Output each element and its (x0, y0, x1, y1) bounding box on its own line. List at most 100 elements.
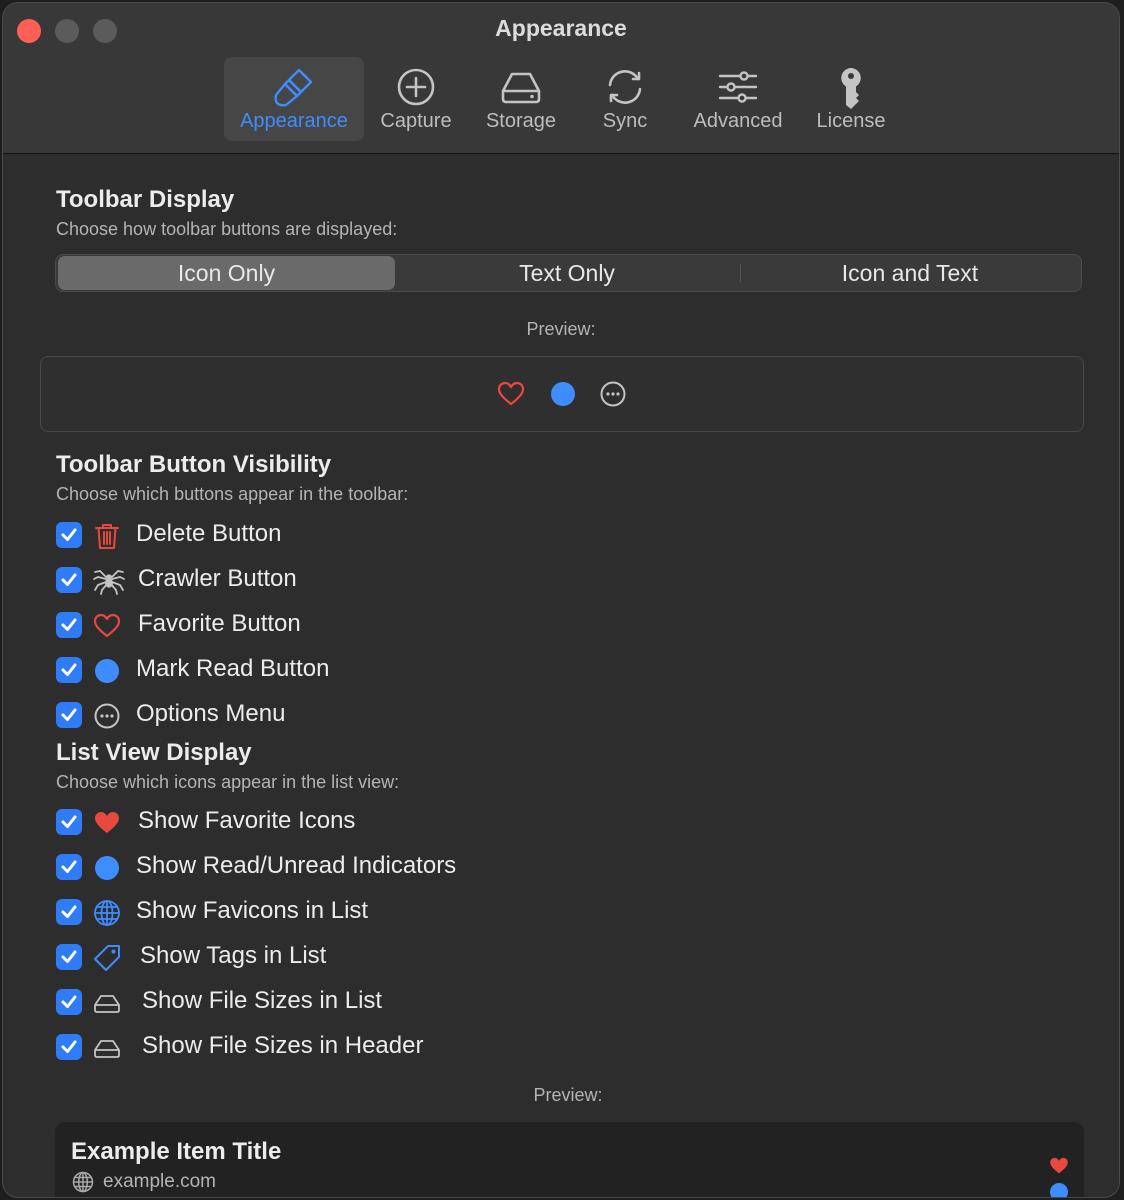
checkmark-icon (61, 618, 77, 631)
trash-icon (95, 524, 119, 549)
checkbox-row-crawler-button[interactable]: Crawler Button (56, 563, 756, 597)
list-item-preview: Example Item Title example.com (55, 1122, 1084, 1197)
checkbox-row-favorite-button[interactable]: Favorite Button (56, 608, 756, 642)
key-icon (841, 68, 861, 109)
tab-sync[interactable]: Sync (583, 57, 667, 141)
checkmark-icon (61, 905, 77, 918)
ellipsis-circle-icon (94, 703, 120, 729)
checkbox-show-tags[interactable] (56, 944, 82, 970)
show-tags-label: Show Tags in List (140, 942, 327, 969)
checkbox-row-show-tags[interactable]: Show Tags in List (56, 940, 756, 974)
example-item-title: Example Item Title (71, 1138, 282, 1165)
checkbox-show-file-sizes-list[interactable] (56, 989, 82, 1015)
checkbox-row-show-file-sizes-list[interactable]: Show File Sizes in List (56, 985, 756, 1019)
window-title: Appearance (495, 15, 627, 41)
paintbrush-icon (274, 68, 313, 107)
tab-storage[interactable]: Storage (473, 57, 569, 141)
tab-appearance[interactable]: Appearance (224, 57, 364, 141)
favorite-button-label: Favorite Button (138, 610, 301, 637)
tab-advanced-label: Advanced (693, 110, 783, 132)
checkbox-crawler-button[interactable] (56, 567, 82, 593)
tag-icon (94, 945, 120, 971)
checkbox-row-mark-read-button[interactable]: Mark Read Button (56, 653, 756, 687)
checkbox-row-show-file-sizes-header[interactable]: Show File Sizes in Header (56, 1030, 756, 1064)
heart-filled-icon (1050, 1157, 1068, 1174)
checkbox-show-favorite-icons[interactable] (56, 809, 82, 835)
ellipsis-circle-icon (600, 381, 626, 407)
drive-icon (501, 72, 541, 104)
tab-storage-label: Storage (485, 110, 557, 132)
sliders-icon (718, 71, 758, 103)
appearance-pane: Toolbar Display Choose how toolbar butto… (3, 154, 1119, 1197)
options-menu-label: Options Menu (136, 700, 286, 727)
toolbar-display-segmented-control: Icon Only Text Only Icon and Text (55, 254, 1082, 292)
titlebar: Appearance Appearance Capture Storage Sy… (3, 3, 1119, 154)
list-preview-label: Preview: (533, 1085, 603, 1105)
example-item-domain: example.com (103, 1171, 216, 1192)
show-favicons-label: Show Favicons in List (136, 897, 369, 924)
checkbox-row-show-read-unread[interactable]: Show Read/Unread Indicators (56, 850, 756, 884)
drive-icon (94, 995, 120, 1013)
show-favorite-icons-label: Show Favorite Icons (138, 807, 356, 834)
tab-capture-label: Capture (380, 110, 452, 132)
toolbar-display-subtitle: Choose how toolbar buttons are displayed… (56, 219, 398, 239)
checkbox-row-options-menu[interactable]: Options Menu (56, 698, 756, 732)
tab-appearance-label: Appearance (240, 110, 348, 132)
sync-arrows-icon (608, 70, 642, 104)
checkmark-icon (61, 528, 77, 541)
heart-outline-icon (93, 613, 121, 638)
heart-filled-icon (95, 812, 119, 833)
tab-capture[interactable]: Capture (370, 57, 462, 141)
blue-dot-icon (95, 856, 119, 880)
toolbar-preview (40, 356, 1084, 432)
toolbar-preview-label: Preview: (526, 319, 596, 339)
checkmark-icon (61, 573, 77, 586)
list-view-subtitle: Choose which icons appear in the list vi… (56, 772, 400, 792)
checkbox-options-menu[interactable] (56, 702, 82, 728)
checkmark-icon (61, 1040, 77, 1053)
plus-circle-icon (397, 68, 435, 106)
segment-icon-and-text[interactable]: Icon and Text (741, 256, 1079, 290)
preferences-window: Appearance Appearance Capture Storage Sy… (2, 2, 1120, 1198)
drive-icon (94, 1040, 120, 1058)
blue-dot-icon (1050, 1183, 1068, 1197)
crawler-button-label: Crawler Button (138, 565, 297, 592)
blue-dot-icon (551, 382, 575, 406)
spider-icon (93, 570, 125, 595)
checkbox-favorite-button[interactable] (56, 612, 82, 638)
globe-icon (72, 1171, 94, 1193)
checkbox-delete-button[interactable] (56, 522, 82, 548)
checkbox-show-read-unread[interactable] (56, 854, 82, 880)
heart-outline-icon (497, 381, 525, 406)
show-file-sizes-list-label: Show File Sizes in List (142, 987, 383, 1014)
checkmark-icon (61, 950, 77, 963)
delete-button-label: Delete Button (136, 520, 282, 547)
button-visibility-subtitle: Choose which buttons appear in the toolb… (56, 484, 409, 504)
checkmark-icon (61, 995, 77, 1008)
checkbox-row-show-favorite-icons[interactable]: Show Favorite Icons (56, 805, 756, 839)
blue-dot-icon (95, 659, 119, 683)
mark-read-button-label: Mark Read Button (136, 655, 330, 682)
checkbox-show-file-sizes-header[interactable] (56, 1034, 82, 1060)
tab-license-label: License (816, 110, 886, 132)
preferences-tabs: Appearance Capture Storage Sync Advanced… (3, 57, 1119, 143)
button-visibility-heading: Toolbar Button Visibility (56, 451, 332, 478)
checkmark-icon (61, 708, 77, 721)
checkbox-mark-read-button[interactable] (56, 657, 82, 683)
checkmark-icon (61, 815, 77, 828)
show-read-unread-label: Show Read/Unread Indicators (136, 852, 457, 879)
tab-sync-label: Sync (602, 110, 648, 132)
segment-icon-only[interactable]: Icon Only (58, 256, 395, 290)
checkbox-row-delete-button[interactable]: Delete Button (56, 518, 756, 552)
checkmark-icon (61, 860, 77, 873)
list-view-heading: List View Display (56, 739, 252, 766)
globe-icon (94, 900, 120, 926)
tab-advanced[interactable]: Advanced (683, 57, 793, 141)
tab-license[interactable]: License (803, 57, 899, 141)
toolbar-display-heading: Toolbar Display (56, 186, 235, 213)
checkbox-show-favicons[interactable] (56, 899, 82, 925)
segment-text-only[interactable]: Text Only (396, 256, 738, 290)
show-file-sizes-header-label: Show File Sizes in Header (142, 1032, 424, 1059)
checkmark-icon (61, 663, 77, 676)
checkbox-row-show-favicons[interactable]: Show Favicons in List (56, 895, 756, 929)
